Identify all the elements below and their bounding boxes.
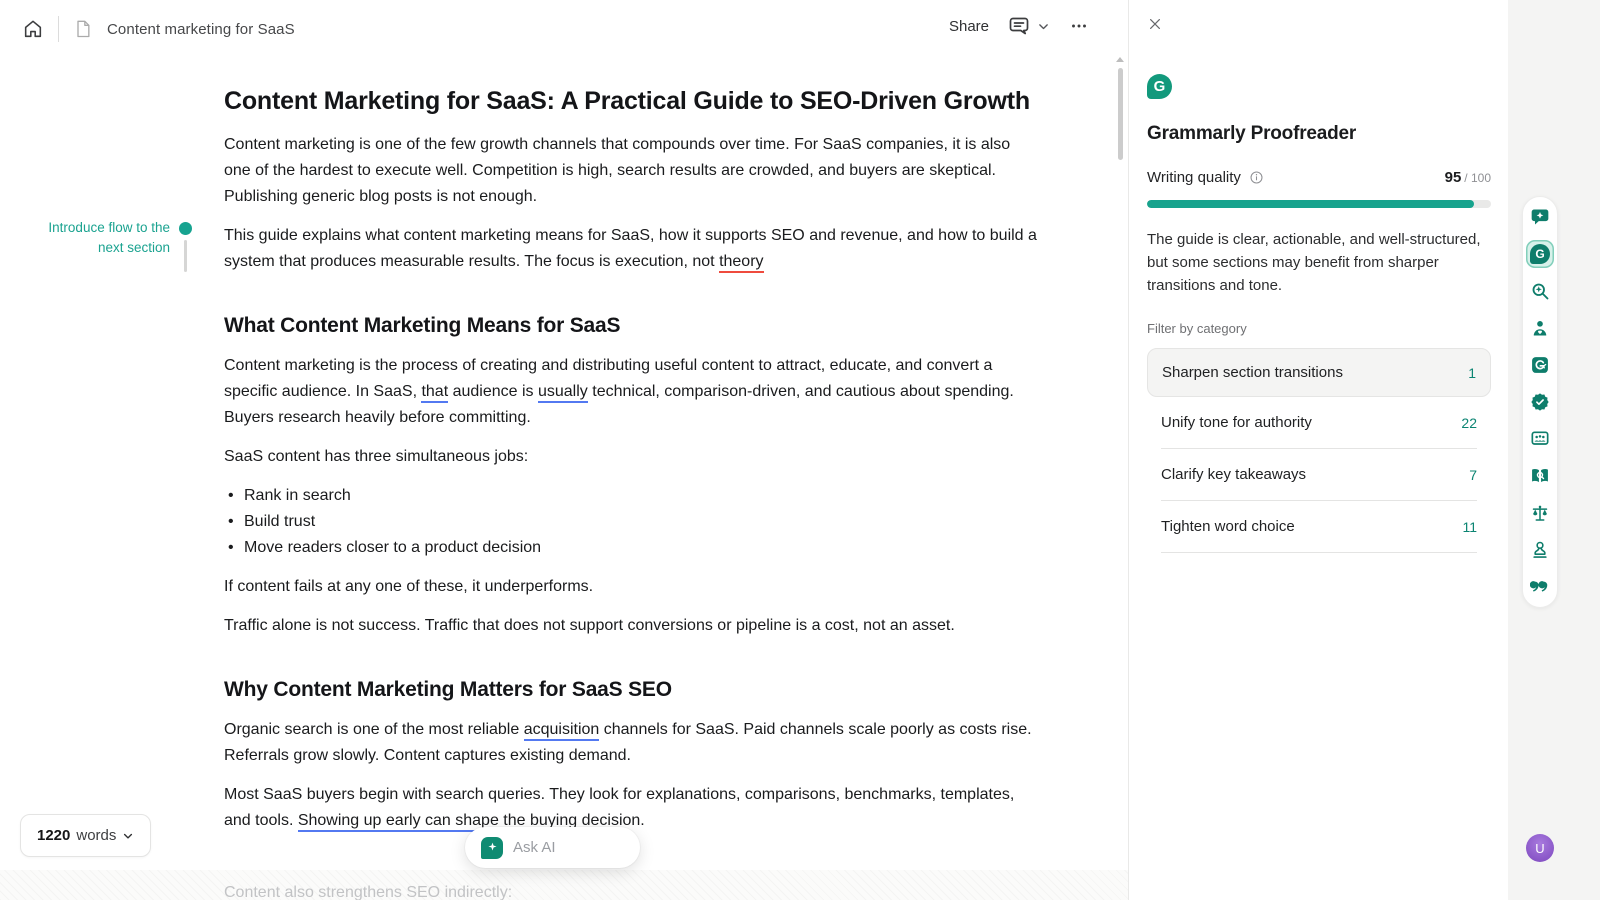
quality-score-max: / 100 xyxy=(1464,171,1491,185)
comments-icon[interactable] xyxy=(1007,14,1050,38)
close-icon[interactable] xyxy=(1147,16,1163,37)
bullet-item: Move readers closer to a product decisio… xyxy=(228,535,1040,561)
page-edge-strip xyxy=(0,870,1128,900)
personalization-icon[interactable] xyxy=(1526,314,1554,342)
grammarly-logo: G xyxy=(1147,74,1172,99)
category-tighten-word-choice[interactable]: Tighten word choice 11 xyxy=(1161,501,1477,553)
category-sharpen-section-transitions[interactable]: Sharpen section transitions 1 xyxy=(1147,348,1491,397)
doc-paragraph: This guide explains what content marketi… xyxy=(224,223,1040,275)
document-icon xyxy=(73,19,93,39)
more-options-icon[interactable] xyxy=(1068,15,1090,37)
doc-paragraph: Most SaaS buyers begin with search queri… xyxy=(224,782,1040,834)
doc-bullet-list: Rank in search Build trust Move readers … xyxy=(228,483,1040,561)
bullet-item: Build trust xyxy=(228,509,1040,535)
category-unify-tone-for-authority[interactable]: Unify tone for authority 22 xyxy=(1161,397,1477,449)
user-avatar[interactable]: U xyxy=(1526,834,1554,862)
suggestion-blue[interactable]: Showing up early can shape xyxy=(298,812,499,832)
header-divider xyxy=(58,16,59,42)
ask-ai-button[interactable]: Ask AI xyxy=(465,827,640,868)
audience-icon[interactable] xyxy=(1526,425,1554,453)
quality-summary: The guide is clear, actionable, and well… xyxy=(1147,228,1491,297)
category-clarify-key-takeaways[interactable]: Clarify key takeaways 7 xyxy=(1161,449,1477,501)
feature-rail: G xyxy=(1522,196,1558,608)
doc-h2: What Content Marketing Means for SaaS xyxy=(224,311,1040,341)
chevron-down-icon xyxy=(1037,20,1050,33)
document-title[interactable]: Content marketing for SaaS xyxy=(107,21,295,38)
grammarly-app: Content marketing for SaaS Share Introdu… xyxy=(0,0,1600,900)
compare-scales-icon[interactable] xyxy=(1526,499,1554,527)
suggestion-blue[interactable]: acquisition xyxy=(524,721,600,741)
chevron-down-icon xyxy=(122,830,134,842)
citations-icon[interactable] xyxy=(1526,573,1554,601)
sidebar-title: Grammarly Proofreader xyxy=(1147,123,1491,145)
rewrite-icon[interactable] xyxy=(1526,351,1554,379)
ask-ai-sparkle-icon xyxy=(481,837,503,859)
doc-paragraph: Organic search is one of the most reliab… xyxy=(224,717,1040,769)
quality-fill xyxy=(1147,200,1474,208)
approval-stamp-icon[interactable] xyxy=(1526,536,1554,564)
proofread-badge-icon[interactable] xyxy=(1526,388,1554,416)
info-icon[interactable] xyxy=(1249,170,1264,185)
home-icon[interactable] xyxy=(22,18,44,40)
category-count: 22 xyxy=(1461,415,1477,431)
category-count: 11 xyxy=(1462,519,1477,535)
doc-paragraph: Traffic alone is not success. Traffic th… xyxy=(224,613,1040,639)
ai-search-icon[interactable] xyxy=(1526,277,1554,305)
category-count: 7 xyxy=(1469,467,1477,483)
category-count: 1 xyxy=(1468,365,1476,381)
ai-comment-icon[interactable] xyxy=(1526,203,1554,231)
doc-paragraph: Content marketing is the process of crea… xyxy=(224,353,1040,431)
faded-next-paragraph: Content also strengthens SEO indirectly: xyxy=(224,884,512,900)
share-button[interactable]: Share xyxy=(949,18,989,35)
word-count-button[interactable]: 1220 words xyxy=(20,814,151,857)
grammarly-proofreader-icon[interactable]: G xyxy=(1526,240,1554,268)
ask-ai-label: Ask AI xyxy=(513,839,556,856)
doc-paragraph: If content fails at any one of these, it… xyxy=(224,574,1040,600)
bullet-item: Rank in search xyxy=(228,483,1040,509)
doc-paragraph: SaaS content has three simultaneous jobs… xyxy=(224,444,1040,470)
knowledge-lookup-icon[interactable] xyxy=(1526,462,1554,490)
comment-anchor-line xyxy=(184,240,187,272)
scrollbar-up-arrow[interactable] xyxy=(1116,57,1124,62)
doc-h2: Why Content Marketing Matters for SaaS S… xyxy=(224,675,1040,705)
doc-paragraph: Content marketing is one of the few grow… xyxy=(224,132,1040,210)
doc-h1: Content Marketing for SaaS: A Practical … xyxy=(224,84,1040,118)
comment-anchor-dot[interactable] xyxy=(179,222,192,235)
document-header: Content marketing for SaaS Share xyxy=(0,0,1128,58)
margin-comment[interactable]: Introduce flow to the next section xyxy=(40,218,170,258)
word-count-value: 1220 xyxy=(37,827,70,844)
quality-progress-bar xyxy=(1147,200,1491,208)
quality-score: 95/ 100 xyxy=(1445,169,1491,186)
suggestion-blue[interactable]: usually xyxy=(538,383,588,403)
suggestion-blue[interactable]: that xyxy=(421,383,448,403)
filter-by-category-label: Filter by category xyxy=(1147,321,1491,336)
document-page[interactable]: Content Marketing for SaaS: A Practical … xyxy=(224,84,1040,847)
document-scrollbar[interactable] xyxy=(1118,68,1123,160)
word-count-label: words xyxy=(76,827,116,844)
proofreader-sidebar: G Grammarly Proofreader Writing quality … xyxy=(1128,0,1508,900)
writing-quality-label: Writing quality xyxy=(1147,169,1241,186)
grammar-alert-red[interactable]: theory xyxy=(719,253,763,273)
right-rail-strip: G xyxy=(1508,0,1600,900)
